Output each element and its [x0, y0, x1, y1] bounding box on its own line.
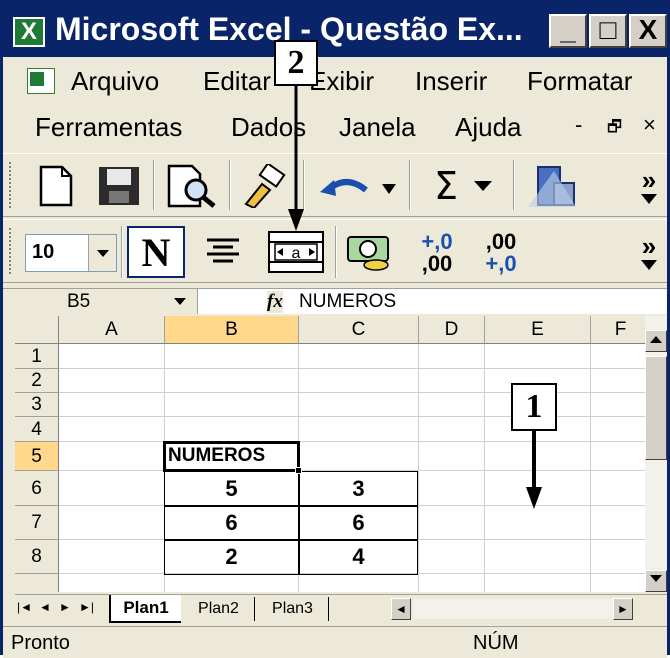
num-lock-indicator: NÚM	[473, 632, 519, 654]
row-header-6[interactable]: 6	[15, 471, 59, 506]
menu-editar[interactable]: Editar	[203, 66, 271, 97]
row-header-1[interactable]: 1	[15, 344, 59, 369]
callout-1-arrow	[526, 429, 542, 509]
font-size-dropdown-icon[interactable]	[88, 235, 116, 271]
row-header-5[interactable]: 5	[15, 442, 59, 471]
scroll-up-icon[interactable]	[645, 330, 667, 352]
column-header-c[interactable]: C	[299, 316, 419, 344]
tab-last-icon[interactable]: ►|	[79, 600, 94, 614]
title-bar: X Microsoft Excel - Questão Ex... _ □ X	[3, 3, 667, 57]
scroll-down-icon[interactable]	[645, 570, 667, 592]
doc-minimize-button[interactable]: -	[575, 112, 582, 138]
name-box-value: B5	[67, 291, 91, 312]
name-box[interactable]: B5	[3, 289, 198, 314]
minimize-button[interactable]: _	[549, 14, 587, 48]
row-header-7[interactable]: 7	[15, 506, 59, 540]
worksheet-grid[interactable]: A B C D E F 1 2 3 4 5 6 7 8 NUMEROS 5 3 …	[15, 316, 645, 592]
standard-toolbar-overflow[interactable]: »	[635, 158, 663, 214]
close-button[interactable]: X	[629, 14, 667, 48]
tab-next-icon[interactable]: ►	[59, 600, 71, 614]
merge-and-center-icon[interactable]: a	[263, 228, 329, 276]
undo-icon[interactable]	[313, 166, 403, 206]
active-cell-b5[interactable]: NUMEROS	[163, 441, 300, 472]
formula-bar: B5 fx NUMEROS	[3, 288, 667, 314]
cell-c8[interactable]: 4	[299, 544, 418, 570]
row-header-2[interactable]: 2	[15, 369, 59, 393]
tab-prev-icon[interactable]: ◄	[39, 600, 51, 614]
menu-janela[interactable]: Janela	[339, 112, 416, 143]
currency-style-icon[interactable]	[341, 228, 399, 276]
column-header-b[interactable]: B	[165, 316, 299, 344]
tab-first-icon[interactable]: |◄	[17, 600, 32, 614]
new-document-icon[interactable]	[31, 162, 81, 210]
fill-handle[interactable]	[295, 467, 302, 474]
doc-close-button[interactable]: ×	[643, 112, 656, 138]
row-header-3[interactable]: 3	[15, 393, 59, 417]
status-text: Pronto	[11, 632, 70, 654]
row-header-4[interactable]: 4	[15, 417, 59, 442]
formula-content[interactable]: NUMEROS	[299, 291, 396, 313]
menu-formatar[interactable]: Formatar	[527, 66, 632, 97]
menu-arquivo[interactable]: Arquivo	[71, 66, 159, 97]
row-header-8[interactable]: 8	[15, 540, 59, 574]
callout-1: 1	[511, 383, 557, 431]
tab-plan3[interactable]: Plan3	[257, 597, 329, 621]
hscroll-left-icon[interactable]: ◄	[391, 598, 411, 620]
callout-2: 2	[274, 40, 318, 86]
sheet-tabs-bar: |◄ ◄ ► ►| Plan1 Plan2 Plan3 ◄ ►	[15, 594, 667, 624]
svg-text:a: a	[292, 245, 301, 262]
cell-b8[interactable]: 2	[165, 544, 298, 570]
cell-c6[interactable]: 3	[299, 476, 418, 502]
bold-button[interactable]: N	[127, 226, 185, 278]
align-center-icon[interactable]	[195, 230, 251, 274]
callout-2-arrow	[288, 85, 304, 231]
excel-app-icon[interactable]: X	[13, 17, 45, 47]
column-header-e[interactable]: E	[485, 316, 591, 344]
tab-plan2[interactable]: Plan2	[183, 597, 255, 621]
tab-plan1[interactable]: Plan1	[109, 595, 181, 623]
autosum-icon[interactable]: Σ	[419, 162, 509, 210]
insert-function-button[interactable]: fx	[267, 291, 283, 313]
menu-inserir[interactable]: Inserir	[415, 66, 487, 97]
menu-bar-row1: Arquivo Editar Exibir Inserir Formatar	[3, 60, 667, 104]
font-size-select[interactable]: 10	[25, 234, 117, 272]
select-all-corner[interactable]	[15, 316, 59, 344]
chart-wizard-icon[interactable]	[521, 160, 583, 212]
font-size-value: 10	[32, 241, 55, 263]
doc-restore-button[interactable]: 🗗	[607, 116, 622, 143]
cell-b7[interactable]: 6	[165, 510, 298, 536]
column-header-f[interactable]: F	[591, 316, 645, 344]
row-header-9[interactable]	[15, 574, 59, 592]
horizontal-scrollbar[interactable]	[413, 599, 613, 619]
increase-decimal-icon[interactable]: +,0 ,00	[409, 228, 465, 278]
excel-window: X Microsoft Excel - Questão Ex... _ □ X …	[0, 0, 670, 658]
menu-ferramentas[interactable]: Ferramentas	[35, 112, 182, 143]
column-header-d[interactable]: D	[419, 316, 485, 344]
cell-b5: NUMEROS	[168, 445, 266, 466]
hscroll-right-icon[interactable]: ►	[613, 598, 633, 620]
column-header-a[interactable]: A	[59, 316, 165, 344]
cell-b6[interactable]: 5	[165, 476, 298, 502]
workbook-icon[interactable]	[27, 68, 55, 94]
status-bar: Pronto NÚM	[3, 626, 667, 658]
name-box-dropdown-icon[interactable]	[173, 297, 187, 306]
cell-c7[interactable]: 6	[299, 510, 418, 536]
standard-toolbar: Σ »	[3, 153, 667, 217]
save-icon[interactable]	[91, 162, 147, 210]
menu-exibir[interactable]: Exibir	[309, 66, 374, 97]
vertical-scrollbar[interactable]	[645, 316, 667, 592]
formatting-toolbar-overflow[interactable]: »	[635, 224, 663, 280]
print-preview-icon[interactable]	[161, 162, 223, 210]
decrease-decimal-icon[interactable]: ,00 +,0	[473, 228, 529, 278]
formatting-toolbar: 10 N a +,0 ,00 ,00 +,0 »	[3, 219, 667, 283]
restore-button[interactable]: □	[589, 14, 627, 48]
scroll-thumb[interactable]	[645, 356, 667, 460]
menu-ajuda[interactable]: Ajuda	[455, 112, 522, 143]
menu-bar-row2: Ferramentas Dados Janela Ajuda - 🗗 ×	[3, 106, 667, 150]
